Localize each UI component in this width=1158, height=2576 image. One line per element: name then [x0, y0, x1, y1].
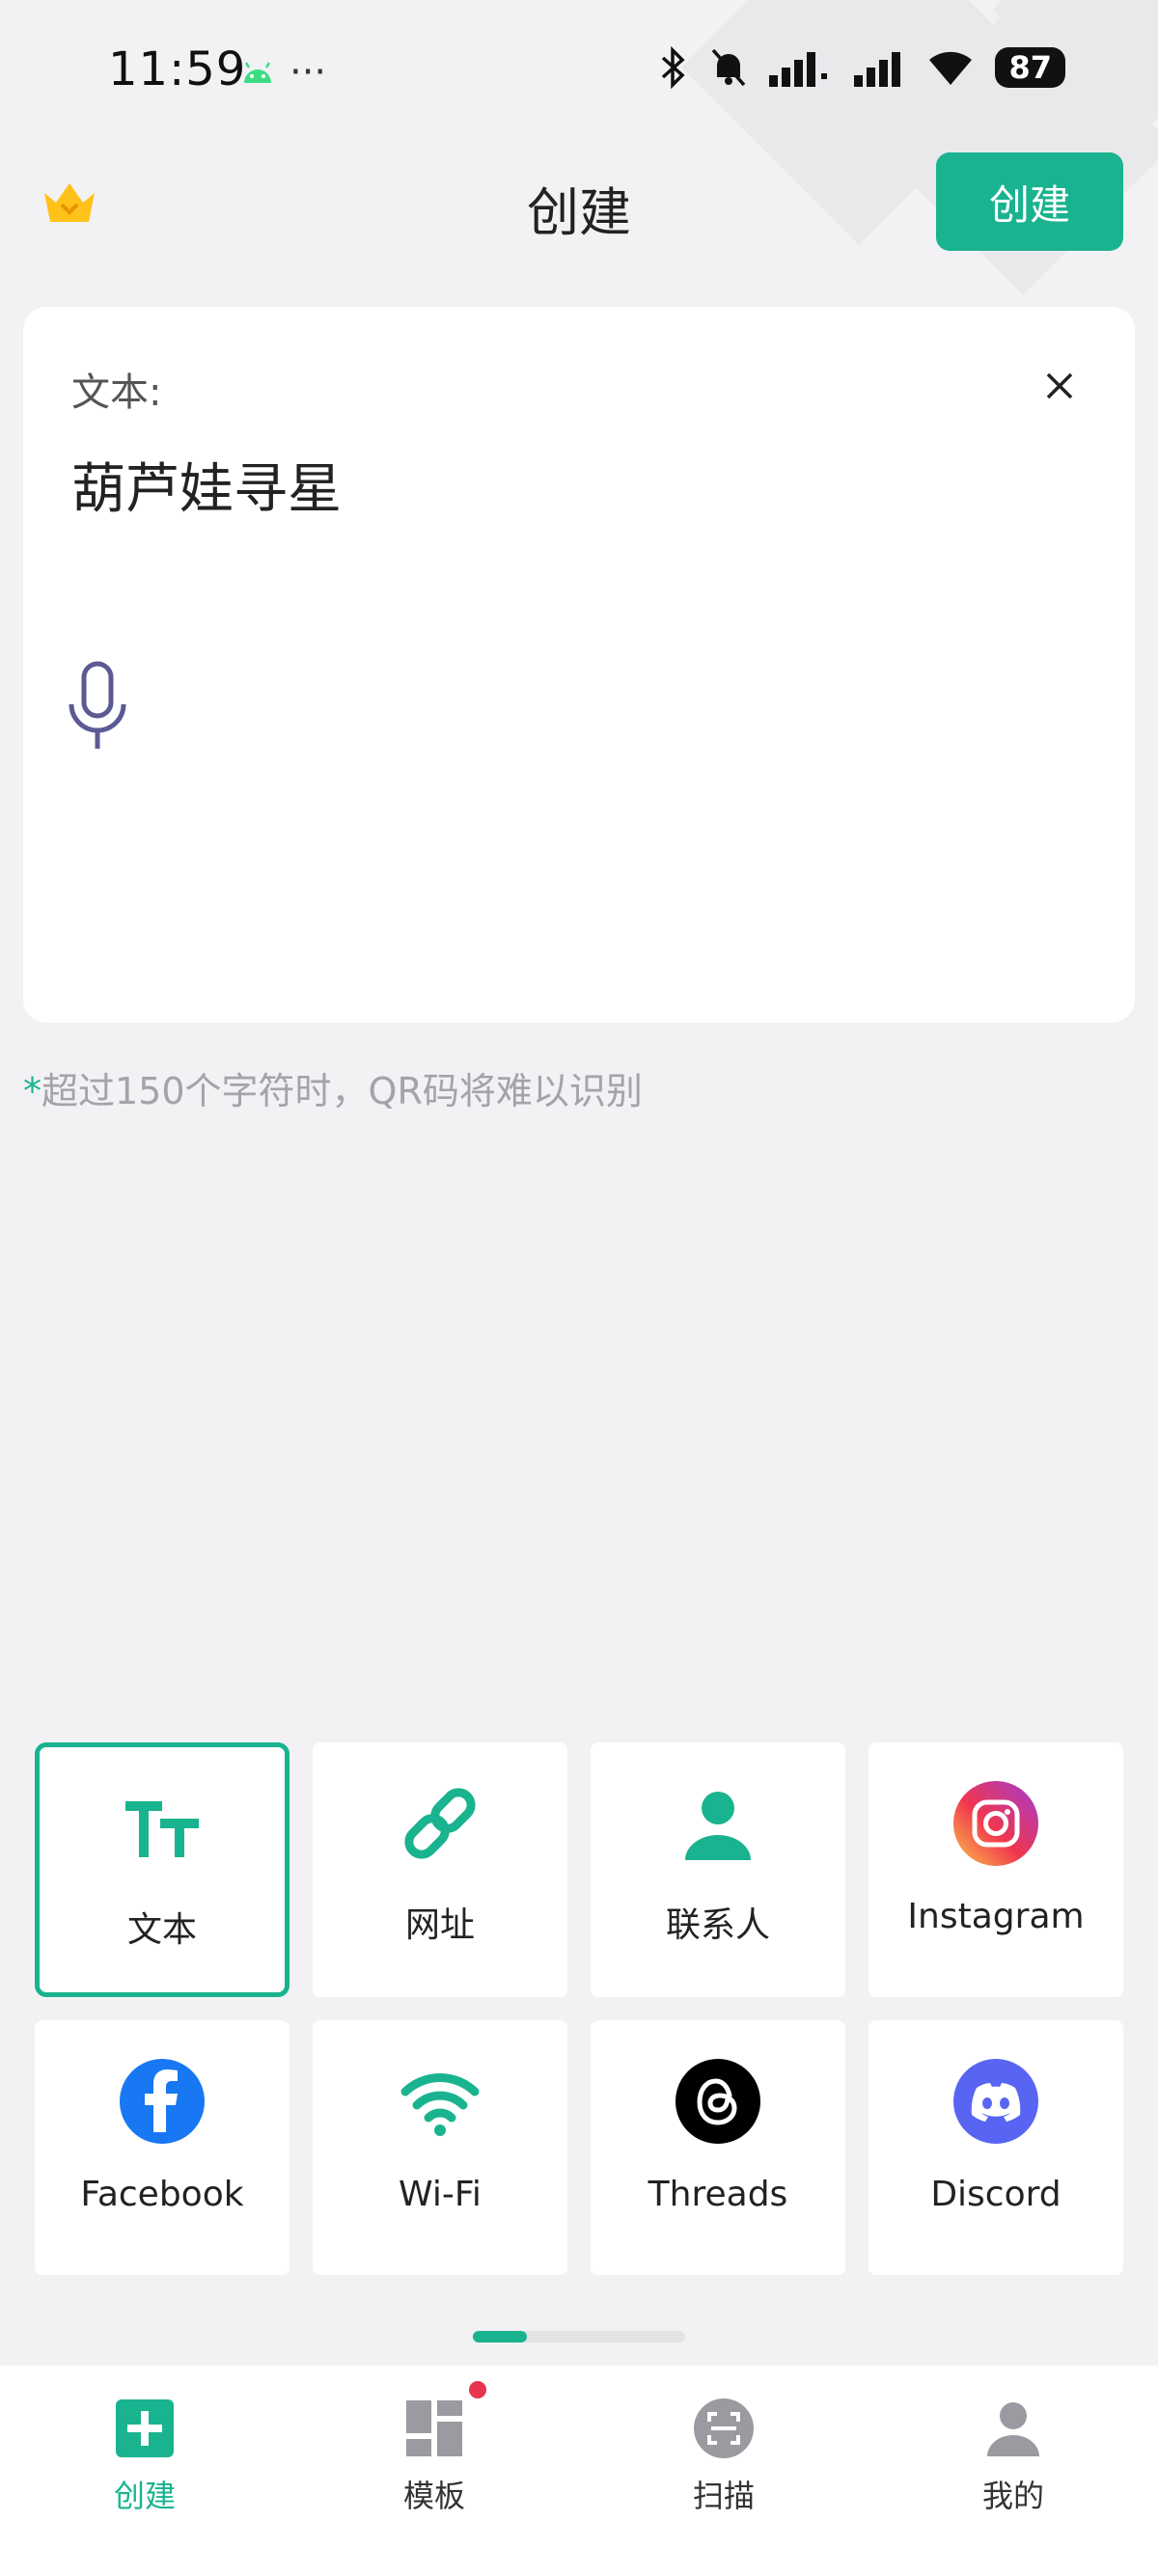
- signal-icon: [769, 52, 828, 87]
- discord-icon: [953, 2059, 1038, 2144]
- tile-label: 文本: [126, 1910, 197, 1950]
- bottom-navigation: 创建 模板 扫描 我的: [0, 2366, 1158, 2576]
- tile-label: Wi-Fi: [399, 2175, 482, 2214]
- nav-label: 我的: [981, 2478, 1044, 2514]
- tile-label: Discord: [930, 2175, 1062, 2214]
- nav-scan[interactable]: 扫描: [579, 2366, 868, 2576]
- close-icon[interactable]: [1042, 369, 1077, 403]
- tile-label: Facebook: [80, 2175, 244, 2214]
- nav-create[interactable]: 创建: [0, 2366, 290, 2576]
- scan-icon: [694, 2398, 754, 2458]
- instagram-icon: [953, 1781, 1038, 1866]
- nav-label: 创建: [113, 2478, 176, 2514]
- profile-icon: [987, 2402, 1039, 2456]
- text-icon: [125, 1801, 199, 1857]
- plus-icon: [116, 2399, 174, 2457]
- wifi-icon: [929, 51, 973, 85]
- nav-profile[interactable]: 我的: [868, 2366, 1158, 2576]
- type-url[interactable]: 网址: [313, 1742, 567, 1997]
- type-instagram[interactable]: Instagram: [868, 1742, 1123, 1997]
- tile-label: 网址: [404, 1905, 475, 1945]
- type-facebook[interactable]: Facebook: [35, 2020, 290, 2275]
- threads-icon: [676, 2059, 760, 2144]
- character-limit-hint: *超过150个字符时，QR码将难以识别: [23, 1070, 643, 1112]
- tile-label: 联系人: [665, 1905, 770, 1945]
- template-icon: [406, 2400, 462, 2456]
- page-indicator-active: [473, 2331, 527, 2343]
- status-time: 11:59: [108, 42, 247, 96]
- type-discord[interactable]: Discord: [868, 2020, 1123, 2275]
- create-button[interactable]: 创建: [936, 152, 1123, 251]
- person-icon: [685, 1792, 751, 1860]
- type-contact[interactable]: 联系人: [591, 1742, 845, 1997]
- link-icon: [404, 1788, 476, 1859]
- type-threads[interactable]: Threads: [591, 2020, 845, 2275]
- tile-label: Instagram: [907, 1897, 1085, 1936]
- battery-icon: 87: [995, 47, 1065, 88]
- nav-templates[interactable]: 模板: [290, 2366, 579, 2576]
- type-wifi[interactable]: Wi-Fi: [313, 2020, 567, 2275]
- wifi-icon: [400, 2073, 480, 2136]
- nav-label: 扫描: [692, 2478, 755, 2514]
- android-icon: [244, 62, 271, 83]
- notification-badge: [469, 2381, 486, 2398]
- text-input-card[interactable]: 文本: 葫芦娃寻星: [23, 307, 1135, 1023]
- facebook-icon: [120, 2059, 205, 2144]
- type-text[interactable]: 文本: [35, 1742, 290, 1997]
- text-input[interactable]: 葫芦娃寻星: [71, 446, 342, 524]
- bell-muted-icon: [712, 48, 746, 87]
- microphone-icon[interactable]: [66, 660, 129, 753]
- status-icons: 87: [659, 46, 1065, 89]
- nav-label: 模板: [402, 2478, 465, 2514]
- signal-icon: [854, 52, 901, 87]
- more-notifications: ···: [290, 50, 327, 95]
- text-field-label: 文本:: [71, 370, 162, 415]
- tile-label: Threads: [648, 2175, 788, 2214]
- bluetooth-icon: [662, 46, 686, 89]
